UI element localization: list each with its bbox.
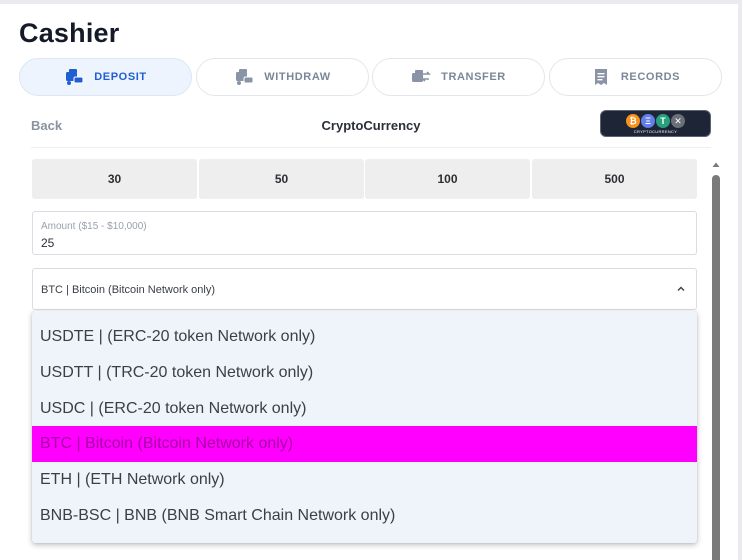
- cashier-panel: Cashier DEPOSIT WITHDRAW TRANSFER RECORD…: [0, 4, 738, 560]
- divider: [31, 147, 711, 148]
- currency-option[interactable]: BNB-BSC | BNB (BNB Smart Chain Network o…: [32, 498, 697, 534]
- coin-icons: ₿ Ξ T ✕: [626, 114, 685, 128]
- tab-label: DEPOSIT: [94, 71, 147, 83]
- amount-label: Amount ($15 - $10,000): [41, 221, 147, 232]
- amount-presets: 30 50 100 500: [32, 159, 697, 199]
- cryptocurrency-logo: ₿ Ξ T ✕ CRYPTOCURRENCY: [600, 110, 711, 137]
- amount-value[interactable]: 25: [41, 236, 54, 250]
- tab-transfer[interactable]: TRANSFER: [372, 58, 545, 96]
- tab-label: RECORDS: [620, 71, 681, 83]
- tab-deposit[interactable]: DEPOSIT: [19, 58, 192, 96]
- amount-input[interactable]: Amount ($15 - $10,000) 25: [32, 211, 697, 255]
- amount-preset-button[interactable]: 100: [365, 159, 530, 199]
- currency-select-value: BTC | Bitcoin (Bitcoin Network only): [41, 284, 216, 296]
- amount-preset-button[interactable]: 50: [199, 159, 364, 199]
- currency-option[interactable]: USDTT | (TRC-20 token Network only): [32, 355, 697, 391]
- records-icon: [594, 69, 607, 85]
- ethereum-icon: Ξ: [641, 114, 655, 128]
- back-link[interactable]: Back: [31, 118, 62, 133]
- tab-label: WITHDRAW: [264, 71, 331, 83]
- currency-option-selected[interactable]: BTC | Bitcoin (Bitcoin Network only): [32, 426, 697, 462]
- x-coin-icon: ✕: [671, 114, 685, 128]
- deposit-icon: [66, 69, 84, 85]
- tab-withdraw[interactable]: WITHDRAW: [196, 58, 369, 96]
- bitcoin-icon: ₿: [626, 114, 640, 128]
- currency-dropdown: USDTE | (ERC-20 token Network only) USDT…: [32, 311, 697, 543]
- transfer-icon: [412, 70, 432, 82]
- tether-icon: T: [656, 114, 670, 128]
- currency-select[interactable]: BTC | Bitcoin (Bitcoin Network only): [32, 268, 697, 310]
- chevron-up-icon: [677, 286, 685, 291]
- tab-label: TRANSFER: [441, 71, 506, 83]
- amount-preset-button[interactable]: 500: [532, 159, 697, 199]
- tab-records[interactable]: RECORDS: [549, 58, 722, 96]
- badge-text: CRYPTOCURRENCY: [633, 129, 678, 134]
- page-title: Cashier: [19, 18, 120, 48]
- scrollbar-thumb[interactable]: [712, 175, 720, 560]
- withdraw-icon: [236, 69, 254, 85]
- scrollbar[interactable]: [711, 160, 721, 560]
- currency-option[interactable]: USDC | (ERC-20 token Network only): [32, 391, 697, 427]
- scroll-up-arrow-icon[interactable]: [711, 160, 721, 170]
- payment-method-header: CryptoCurrency Back ₿ Ξ T ✕ CRYPTOCURREN…: [31, 110, 711, 140]
- currency-option[interactable]: ETH | (ETH Network only): [32, 462, 697, 498]
- cashier-tabs: DEPOSIT WITHDRAW TRANSFER RECORDS: [19, 58, 722, 96]
- currency-option[interactable]: USDTE | (ERC-20 token Network only): [32, 319, 697, 355]
- amount-preset-button[interactable]: 30: [32, 159, 197, 199]
